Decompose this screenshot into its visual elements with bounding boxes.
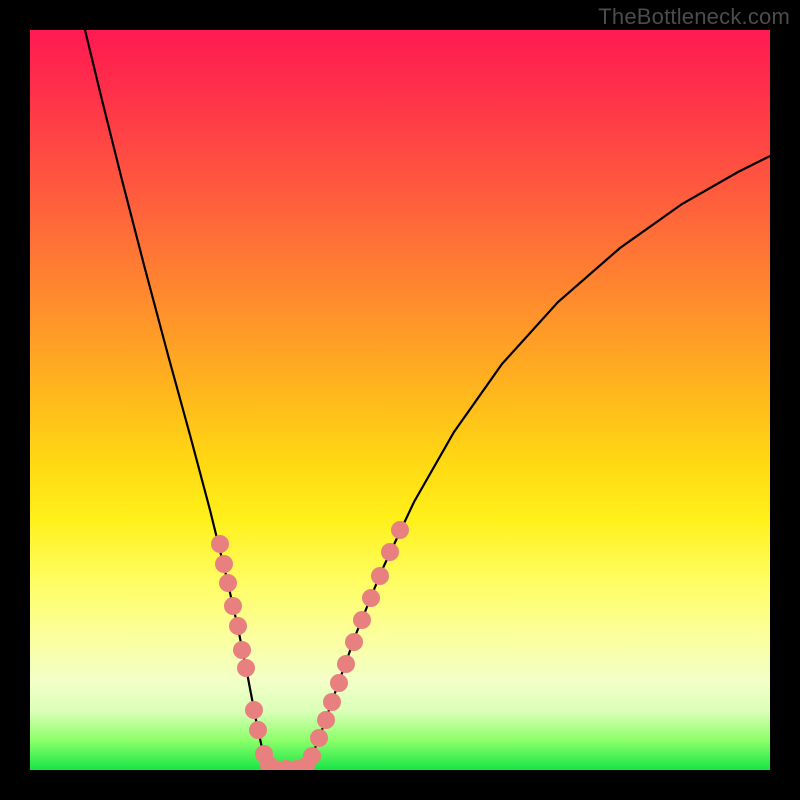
- curve-dot: [215, 555, 233, 573]
- curve-dot: [353, 611, 371, 629]
- bottleneck-curve-layer: [30, 30, 770, 770]
- curve-dots-group: [211, 521, 409, 770]
- curve-dot: [249, 721, 267, 739]
- curve-dot: [345, 633, 363, 651]
- curve-dot: [303, 747, 321, 765]
- curve-dot: [224, 597, 242, 615]
- curve-dot: [330, 674, 348, 692]
- curve-dot: [211, 535, 229, 553]
- curve-dot: [371, 567, 389, 585]
- curve-dot: [317, 711, 335, 729]
- curve-dot: [237, 659, 255, 677]
- curve-dot: [381, 543, 399, 561]
- curve-dot: [233, 641, 251, 659]
- chart-container: TheBottleneck.com: [0, 0, 800, 800]
- curve-dot: [245, 701, 263, 719]
- curve-dot: [323, 693, 341, 711]
- curve-dot: [337, 655, 355, 673]
- curve-dot: [310, 729, 328, 747]
- bottleneck-curve: [85, 30, 770, 769]
- curve-dot: [391, 521, 409, 539]
- curve-dot: [219, 574, 237, 592]
- plot-area: [30, 30, 770, 770]
- curve-dot: [362, 589, 380, 607]
- watermark-text: TheBottleneck.com: [598, 4, 790, 30]
- curve-dot: [229, 617, 247, 635]
